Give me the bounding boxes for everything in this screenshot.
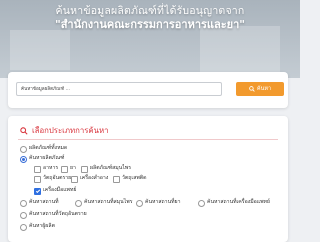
filter-title-label: เลือกประเภทการค้นหา [32,126,109,135]
checkbox-medical-device-label: เครื่องมือแพทย์ [43,187,77,193]
background-shelf [10,30,70,70]
checkbox-drug-label: ยา [70,165,76,171]
checkbox-food[interactable] [34,166,41,173]
checkbox-food-label: อาหาร [43,165,59,171]
radio-by-device-place-label: ค้นหาสถานที่เครื่องมือแพทย์ [207,199,270,205]
radio-by-name-label: ค้นหาผลิตภัณฑ์ [29,155,65,161]
checkbox-hazardous-label: วัตถุอันตราย [43,175,72,181]
checkbox-hazardous[interactable] [34,176,41,183]
radio-by-device-place[interactable] [198,200,205,207]
checkbox-medical-device[interactable] [34,188,41,195]
search-input[interactable]: ค้นหาข้อมูลผลิตภัณฑ์ ... [16,82,222,96]
search-button-label: ค้นหา [256,86,272,92]
filter-title: เลือกประเภทการค้นหา [20,125,108,137]
radio-all[interactable] [20,146,27,153]
divider [18,139,278,140]
search-input-placeholder: ค้นหาข้อมูลผลิตภัณฑ์ ... [21,87,70,92]
checkbox-herbal[interactable] [81,166,88,173]
radio-by-hazardous-place[interactable] [20,212,27,219]
radio-all-label: ผลิตภัณฑ์ทั้งหมด [29,145,68,151]
checkbox-narcotic-label: วัตถุเสพติด [122,175,147,181]
checkbox-cosmetic[interactable] [71,176,78,183]
radio-by-place-label: ค้นหาสถานที่ [29,199,59,205]
filter-card: เลือกประเภทการค้นหา ผลิตภัณฑ์ทั้งหมด ค้น… [8,116,288,242]
radio-by-manufacturer[interactable] [20,224,27,231]
checkbox-cosmetic-label: เครื่องสำอาง [80,175,109,181]
radio-by-drug-place[interactable] [136,200,143,207]
radio-by-manufacturer-label: ค้นหาผู้ผลิต [29,223,55,229]
search-icon [20,127,28,135]
radio-by-name[interactable] [20,156,27,163]
hero-banner: ค้นหาข้อมูลผลิตภัณฑ์ที่ได้รับอนุญาตจาก "… [0,0,300,78]
checkbox-drug[interactable] [61,166,68,173]
hero-title-line2: "สำนักงานคณะกรรมการอาหารและยา" [54,18,246,31]
radio-by-herbal-place-label: ค้นหาสถานที่สมุนไพร [84,199,133,205]
checkbox-narcotic[interactable] [113,176,120,183]
search-button[interactable]: ค้นหา [236,82,284,96]
radio-by-hazardous-place-label: ค้นหาสถานที่วัตถุอันตราย [29,211,87,217]
search-card: ค้นหาข้อมูลผลิตภัณฑ์ ... ค้นหา [8,72,288,108]
radio-by-herbal-place[interactable] [75,200,82,207]
checkbox-herbal-label: ผลิตภัณฑ์สมุนไพร [90,165,132,171]
radio-by-place[interactable] [20,200,27,207]
radio-by-drug-place-label: ค้นหาสถานที่ยา [145,199,181,205]
search-icon [249,86,255,92]
